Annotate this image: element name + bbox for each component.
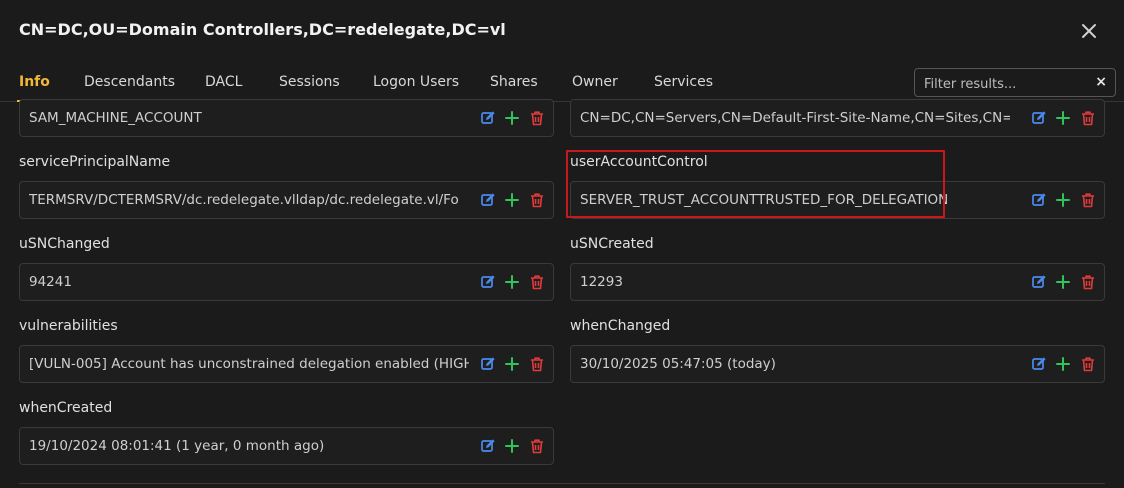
field-value: 12293: [580, 274, 623, 290]
field-actions: [1030, 109, 1096, 129]
dialog-header: CN=DC,OU=Domain Controllers,DC=redelegat…: [0, 0, 1124, 62]
label-whencreated: whenCreated: [19, 400, 113, 416]
edit-icon[interactable]: [479, 191, 497, 209]
plus-icon[interactable]: [503, 355, 521, 373]
plus-icon[interactable]: [503, 437, 521, 455]
whencreated-field[interactable]: 19/10/2024 08:01:41 (1 year, 0 month ago…: [19, 427, 554, 465]
samaccounttype-field[interactable]: SAM_MACHINE_ACCOUNT: [19, 99, 554, 137]
field-actions: [479, 109, 545, 129]
plus-icon[interactable]: [1054, 355, 1072, 373]
plus-icon[interactable]: [503, 109, 521, 127]
trash-icon[interactable]: [1079, 191, 1097, 209]
trash-icon[interactable]: [528, 191, 546, 209]
useraccountcontrol-field[interactable]: SERVER_TRUST_ACCOUNTTRUSTED_FOR_DELEGATI…: [570, 181, 1105, 219]
edit-icon[interactable]: [479, 109, 497, 127]
tab-sessions[interactable]: Sessions: [277, 62, 342, 102]
usnchanged-field[interactable]: 94241: [19, 263, 554, 301]
plus-icon[interactable]: [1054, 191, 1072, 209]
usncreated-field[interactable]: 12293: [570, 263, 1105, 301]
tab-dacl[interactable]: DACL: [203, 62, 244, 102]
field-value: SAM_MACHINE_ACCOUNT: [29, 110, 202, 126]
edit-icon[interactable]: [1030, 109, 1048, 127]
field-actions: [479, 191, 545, 211]
trash-icon[interactable]: [528, 355, 546, 373]
label-vulnerabilities: vulnerabilities: [19, 318, 118, 334]
tab-services[interactable]: Services: [652, 62, 715, 102]
filter-input[interactable]: [922, 73, 1096, 95]
field-actions: [479, 355, 545, 375]
edit-icon[interactable]: [479, 355, 497, 373]
field-value: [VULN-005] Account has unconstrained del…: [29, 356, 469, 372]
field-actions: [1030, 273, 1096, 293]
label-whenchanged: whenChanged: [570, 318, 671, 334]
field-actions: [1030, 191, 1096, 211]
tab-owner[interactable]: Owner: [570, 62, 620, 102]
label-usncreated: uSNCreated: [570, 236, 654, 252]
edit-icon[interactable]: [1030, 273, 1048, 291]
label-usnchanged: uSNChanged: [19, 236, 110, 252]
plus-icon[interactable]: [503, 273, 521, 291]
tab-shares[interactable]: Shares: [488, 62, 540, 102]
trash-icon[interactable]: [528, 273, 546, 291]
label-useraccountcontrol: userAccountControl: [570, 154, 708, 170]
field-value: 94241: [29, 274, 72, 290]
trash-icon[interactable]: [1079, 273, 1097, 291]
field-value: SERVER_TRUST_ACCOUNTTRUSTED_FOR_DELEGATI…: [580, 192, 949, 208]
edit-icon[interactable]: [479, 273, 497, 291]
field-value: 30/10/2025 05:47:05 (today): [580, 356, 776, 372]
plus-icon[interactable]: [1054, 273, 1072, 291]
field-value: 19/10/2024 08:01:41 (1 year, 0 month ago…: [29, 438, 325, 454]
field-value: CN=DC,CN=Servers,CN=Default-First-Site-N…: [580, 110, 1010, 126]
trash-icon[interactable]: [528, 437, 546, 455]
divider: [19, 483, 1105, 484]
serviceprincipalname-field[interactable]: TERMSRV/DCTERMSRV/dc.redelegate.vlldap/d…: [19, 181, 554, 219]
field-value: TERMSRV/DCTERMSRV/dc.redelegate.vlldap/d…: [29, 192, 459, 208]
tab-info[interactable]: Info: [17, 62, 52, 102]
field-actions: [479, 437, 545, 457]
trash-icon[interactable]: [1079, 109, 1097, 127]
edit-icon[interactable]: [1030, 355, 1048, 373]
clear-filter-button[interactable]: ×: [1095, 74, 1107, 90]
close-icon[interactable]: [1077, 19, 1101, 43]
tab-descendants[interactable]: Descendants: [82, 62, 177, 102]
dialog-title: CN=DC,OU=Domain Controllers,DC=redelegat…: [19, 20, 506, 39]
edit-icon[interactable]: [1030, 191, 1048, 209]
label-serviceprincipalname: servicePrincipalName: [19, 154, 171, 170]
plus-icon[interactable]: [1054, 109, 1072, 127]
filter-box: ×: [914, 68, 1116, 97]
trash-icon[interactable]: [1079, 355, 1097, 373]
vulnerabilities-field[interactable]: [VULN-005] Account has unconstrained del…: [19, 345, 554, 383]
field-actions: [1030, 355, 1096, 375]
whenchanged-field[interactable]: 30/10/2025 05:47:05 (today): [570, 345, 1105, 383]
tab-logon-users[interactable]: Logon Users: [371, 62, 461, 102]
serverreference-field[interactable]: CN=DC,CN=Servers,CN=Default-First-Site-N…: [570, 99, 1105, 137]
edit-icon[interactable]: [479, 437, 497, 455]
field-actions: [479, 273, 545, 293]
plus-icon[interactable]: [503, 191, 521, 209]
trash-icon[interactable]: [528, 109, 546, 127]
